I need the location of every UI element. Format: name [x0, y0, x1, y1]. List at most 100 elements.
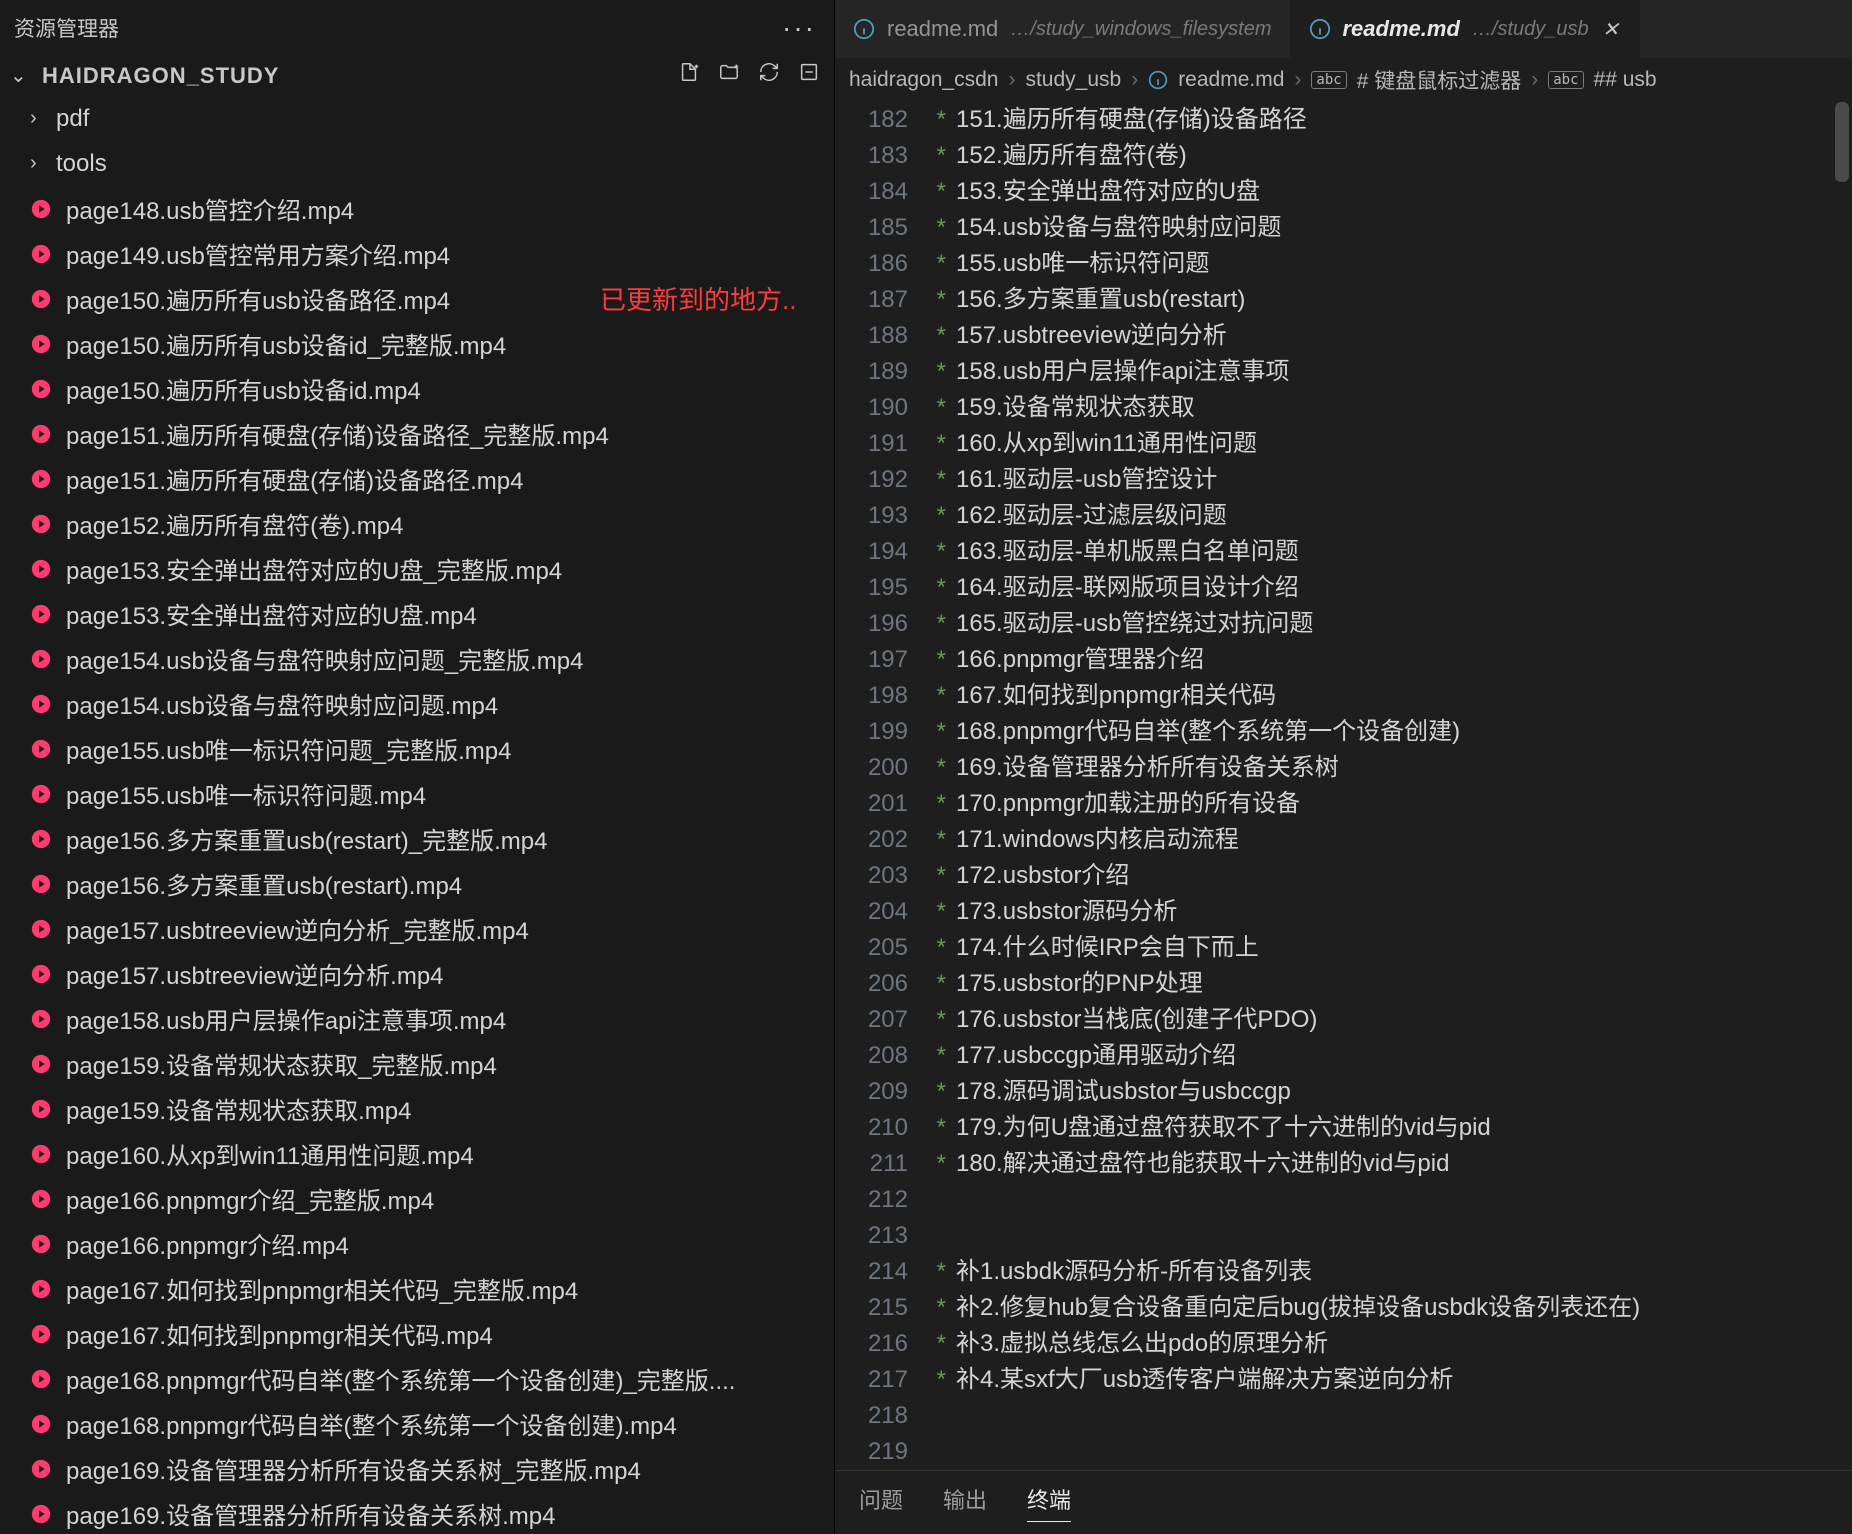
code-line[interactable]: *170.pnpmgr加载注册的所有设备	[930, 786, 1852, 822]
list-marker-icon: *	[937, 322, 946, 349]
code-line[interactable]: *160.从xp到win11通用性问题	[930, 426, 1852, 462]
file-item[interactable]: page155.usb唯一标识符问题_完整版.mp4	[0, 726, 834, 771]
code-line[interactable]: *166.pnpmgr管理器介绍	[930, 642, 1852, 678]
editor[interactable]: 1821831841851861871881891901911921931941…	[835, 102, 1852, 1470]
code-line[interactable]: *179.为何U盘通过盘符获取不了十六进制的vid与pid	[930, 1110, 1852, 1146]
close-icon[interactable]: ✕	[1601, 17, 1621, 42]
list-marker-icon: *	[937, 358, 946, 385]
code-line[interactable]	[930, 1434, 1852, 1470]
code-line[interactable]: *173.usbstor源码分析	[930, 894, 1852, 930]
code-line[interactable]: *补4.某sxf大厂usb透传客户端解决方案逆向分析	[930, 1362, 1852, 1398]
file-item[interactable]: page154.usb设备与盘符映射应问题_完整版.mp4	[0, 636, 834, 681]
file-item[interactable]: page148.usb管控介绍.mp4	[0, 186, 834, 231]
file-item[interactable]: page166.pnpmgr介绍_完整版.mp4	[0, 1176, 834, 1221]
folder-pdf[interactable]: ›pdf	[0, 96, 834, 141]
breadcrumb-segment[interactable]: # 键盘鼠标过滤器	[1357, 65, 1522, 95]
line-number: 206	[835, 966, 908, 1002]
breadcrumb-segment[interactable]: haidragon_csdn	[849, 68, 998, 92]
collapse-icon[interactable]	[798, 61, 820, 90]
file-item[interactable]: page151.遍历所有硬盘(存储)设备路径_完整版.mp4	[0, 411, 834, 456]
file-item[interactable]: page150.遍历所有usb设备id.mp4	[0, 366, 834, 411]
code-line[interactable]: *175.usbstor的PNP处理	[930, 966, 1852, 1002]
code-line[interactable]: *156.多方案重置usb(restart)	[930, 282, 1852, 318]
code-line[interactable]	[930, 1218, 1852, 1254]
new-file-icon[interactable]	[678, 61, 700, 90]
editor-content[interactable]: *151.遍历所有硬盘(存储)设备路径 *152.遍历所有盘符(卷) *153.…	[930, 102, 1852, 1470]
file-item[interactable]: page154.usb设备与盘符映射应问题.mp4	[0, 681, 834, 726]
code-line[interactable]: *177.usbccgp通用驱动介绍	[930, 1038, 1852, 1074]
file-item[interactable]: page167.如何找到pnpmgr相关代码.mp4	[0, 1311, 834, 1356]
file-item[interactable]: page156.多方案重置usb(restart)_完整版.mp4	[0, 816, 834, 861]
code-line[interactable]: *169.设备管理器分析所有设备关系树	[930, 750, 1852, 786]
file-item[interactable]: page149.usb管控常用方案介绍.mp4	[0, 231, 834, 276]
code-line[interactable]: *180.解决通过盘符也能获取十六进制的vid与pid	[930, 1146, 1852, 1182]
code-line[interactable]: *176.usbstor当栈底(创建子代PDO)	[930, 1002, 1852, 1038]
code-line[interactable]: *补3.虚拟总线怎么出pdo的原理分析	[930, 1326, 1852, 1362]
breadcrumb[interactable]: haidragon_csdn›study_usb›readme.md›abc# …	[835, 58, 1852, 102]
file-item[interactable]: page151.遍历所有硬盘(存储)设备路径.mp4	[0, 456, 834, 501]
line-number: 188	[835, 318, 908, 354]
file-item[interactable]: page156.多方案重置usb(restart).mp4	[0, 861, 834, 906]
code-line[interactable]: *151.遍历所有硬盘(存储)设备路径	[930, 102, 1852, 138]
refresh-icon[interactable]	[758, 61, 780, 90]
code-line[interactable]: *155.usb唯一标识符问题	[930, 246, 1852, 282]
more-icon[interactable]: ···	[782, 12, 816, 44]
file-item[interactable]: page169.设备管理器分析所有设备关系树_完整版.mp4	[0, 1446, 834, 1491]
code-line[interactable]: *154.usb设备与盘符映射应问题	[930, 210, 1852, 246]
panel-tab-终端[interactable]: 终端	[1027, 1483, 1071, 1522]
file-item[interactable]: page157.usbtreeview逆向分析_完整版.mp4	[0, 906, 834, 951]
code-line[interactable]: *165.驱动层-usb管控绕过对抗问题	[930, 606, 1852, 642]
file-item[interactable]: page152.遍历所有盘符(卷).mp4	[0, 501, 834, 546]
code-line[interactable]: *157.usbtreeview逆向分析	[930, 318, 1852, 354]
code-line[interactable]: *补1.usbdk源码分析-所有设备列表	[930, 1254, 1852, 1290]
file-item[interactable]: page169.设备管理器分析所有设备关系树.mp4	[0, 1491, 834, 1534]
code-line[interactable]: *174.什么时候IRP会自下而上	[930, 930, 1852, 966]
code-line[interactable]: *163.驱动层-单机版黑白名单问题	[930, 534, 1852, 570]
file-name: page168.pnpmgr代码自举(整个系统第一个设备创建).mp4	[66, 1406, 677, 1441]
file-item[interactable]: page150.遍历所有usb设备id_完整版.mp4	[0, 321, 834, 366]
panel-tab-问题[interactable]: 问题	[859, 1483, 903, 1522]
file-item[interactable]: page166.pnpmgr介绍.mp4	[0, 1221, 834, 1266]
code-line[interactable]: *167.如何找到pnpmgr相关代码	[930, 678, 1852, 714]
file-item[interactable]: page157.usbtreeview逆向分析.mp4	[0, 951, 834, 996]
code-line[interactable]: *172.usbstor介绍	[930, 858, 1852, 894]
code-line[interactable]: *168.pnpmgr代码自举(整个系统第一个设备创建)	[930, 714, 1852, 750]
list-marker-icon: *	[937, 826, 946, 853]
code-line[interactable]: *171.windows内核启动流程	[930, 822, 1852, 858]
file-item[interactable]: page159.设备常规状态获取.mp4	[0, 1086, 834, 1131]
breadcrumb-segment[interactable]: ## usb	[1594, 68, 1657, 92]
file-item[interactable]: page159.设备常规状态获取_完整版.mp4	[0, 1041, 834, 1086]
code-line[interactable]	[930, 1182, 1852, 1218]
code-line[interactable]: *153.安全弹出盘符对应的U盘	[930, 174, 1852, 210]
editor-tab[interactable]: readme.md…/study_windows_filesystem	[835, 0, 1291, 58]
code-line[interactable]: *152.遍历所有盘符(卷)	[930, 138, 1852, 174]
file-item[interactable]: page168.pnpmgr代码自举(整个系统第一个设备创建).mp4	[0, 1401, 834, 1446]
code-line[interactable]	[930, 1398, 1852, 1434]
code-line[interactable]: *164.驱动层-联网版项目设计介绍	[930, 570, 1852, 606]
code-line[interactable]: *178.源码调试usbstor与usbccgp	[930, 1074, 1852, 1110]
list-marker-icon: *	[937, 934, 946, 961]
scrollbar-thumb[interactable]	[1835, 102, 1849, 182]
file-item[interactable]: page160.从xp到win11通用性问题.mp4	[0, 1131, 834, 1176]
file-item[interactable]: page155.usb唯一标识符问题.mp4	[0, 771, 834, 816]
code-line[interactable]: *161.驱动层-usb管控设计	[930, 462, 1852, 498]
code-line[interactable]: *159.设备常规状态获取	[930, 390, 1852, 426]
list-marker-icon: *	[937, 1006, 946, 1033]
list-marker-icon: *	[937, 898, 946, 925]
file-item[interactable]: page158.usb用户层操作api注意事项.mp4	[0, 996, 834, 1041]
code-line[interactable]: *补2.修复hub复合设备重向定后bug(拔掉设备usbdk设备列表还在)	[930, 1290, 1852, 1326]
code-line[interactable]: *158.usb用户层操作api注意事项	[930, 354, 1852, 390]
line-number: 198	[835, 678, 908, 714]
file-item[interactable]: page153.安全弹出盘符对应的U盘_完整版.mp4	[0, 546, 834, 591]
new-folder-icon[interactable]	[718, 61, 740, 90]
file-item[interactable]: page168.pnpmgr代码自举(整个系统第一个设备创建)_完整版....	[0, 1356, 834, 1401]
code-line[interactable]: *162.驱动层-过滤层级问题	[930, 498, 1852, 534]
breadcrumb-segment[interactable]: study_usb	[1025, 68, 1121, 92]
file-item[interactable]: page167.如何找到pnpmgr相关代码_完整版.mp4	[0, 1266, 834, 1311]
folder-tools[interactable]: ›tools	[0, 141, 834, 186]
file-item[interactable]: page153.安全弹出盘符对应的U盘.mp4	[0, 591, 834, 636]
breadcrumb-segment[interactable]: readme.md	[1178, 68, 1284, 92]
editor-tab[interactable]: readme.md…/study_usb✕	[1291, 0, 1640, 58]
panel-tab-输出[interactable]: 输出	[943, 1483, 987, 1522]
project-header[interactable]: ⌄ HAIDRAGON_STUDY	[0, 55, 834, 96]
